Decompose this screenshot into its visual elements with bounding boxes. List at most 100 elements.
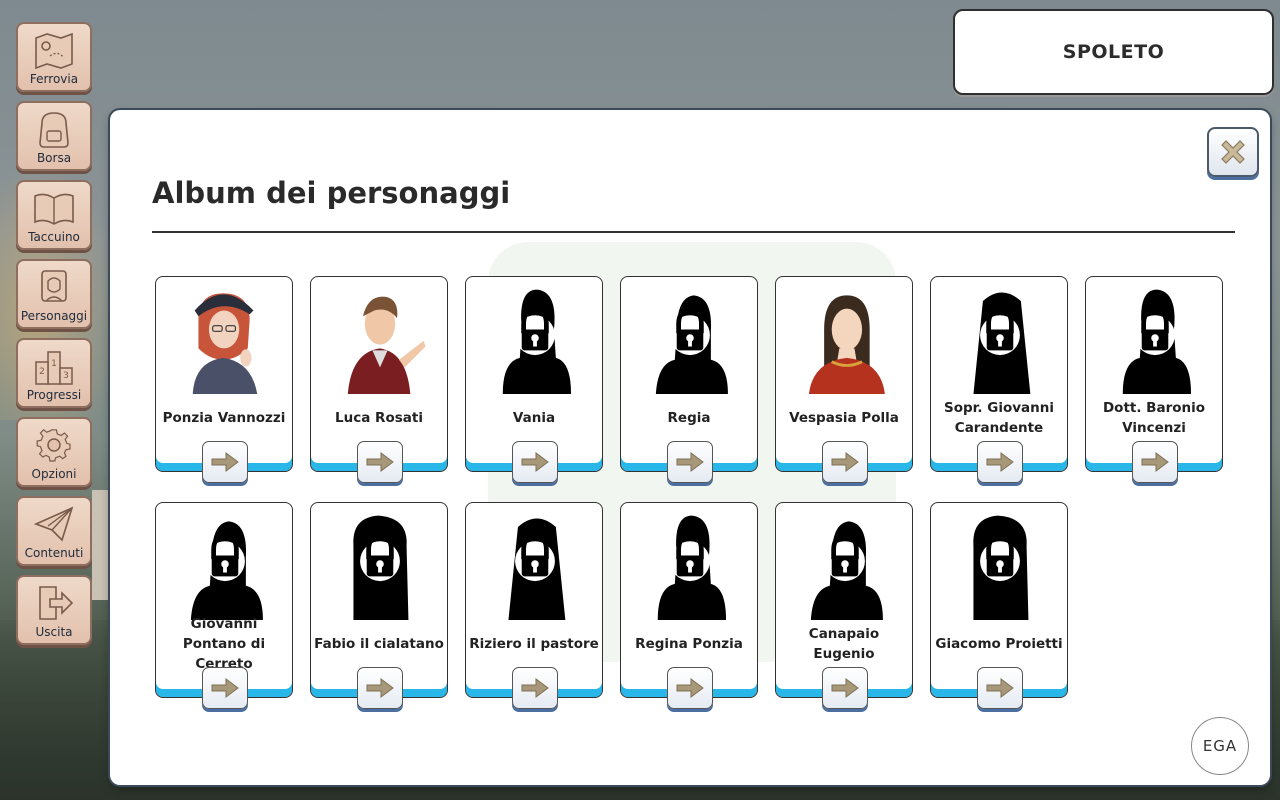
background-building: [92, 490, 112, 600]
sidebar-item-label: Opzioni: [31, 467, 77, 481]
podium-icon: 1 2 3: [35, 351, 73, 385]
arrow-right-icon: [366, 452, 394, 472]
title-divider: [152, 231, 1235, 233]
sidebar-item-label: Personaggi: [20, 309, 88, 323]
close-button[interactable]: [1207, 127, 1259, 177]
sidebar-item-borsa[interactable]: Borsa: [16, 101, 92, 171]
arrow-right-icon: [831, 678, 859, 698]
open-character-button[interactable]: [977, 441, 1023, 483]
sidebar-item-opzioni[interactable]: Opzioni: [16, 417, 92, 487]
character-name: Vania: [512, 410, 556, 426]
character-card[interactable]: Riziero il pastore: [465, 502, 603, 709]
character-card[interactable]: Vespasia Polla: [775, 276, 913, 483]
arrow-right-icon: [211, 452, 239, 472]
open-character-button[interactable]: [202, 441, 248, 483]
character-name: Fabio il cialatano: [314, 636, 444, 652]
locked-silhouette-icon: [655, 295, 728, 394]
location-box: SPOLETO: [953, 9, 1274, 95]
character-name: Luca Rosati: [335, 410, 423, 426]
character-card[interactable]: Luca Rosati: [310, 276, 448, 483]
character-card[interactable]: Canapaio Eugenio: [775, 502, 913, 709]
character-name: Giovanni Pontano di Cerreto: [182, 616, 266, 672]
sidebar-item-progressi[interactable]: 1 2 3 Progressi: [16, 338, 92, 408]
arrow-right-icon: [986, 678, 1014, 698]
open-character-button[interactable]: [512, 441, 558, 483]
ega-logo-text: EGA: [1202, 737, 1238, 755]
open-character-button[interactable]: [357, 667, 403, 709]
sidebar-item-taccuino[interactable]: Taccuino: [16, 180, 92, 250]
exit-icon: [39, 586, 74, 620]
sidebar-item-label: Progressi: [26, 388, 82, 402]
character-name: Vespasia Polla: [789, 410, 899, 426]
character-card[interactable]: Giovanni Pontano di Cerreto: [155, 502, 293, 709]
arrow-right-icon: [831, 452, 859, 472]
character-card[interactable]: Sopr. Giovanni Carandente: [930, 276, 1068, 483]
gear-icon: [36, 429, 71, 462]
character-name: Giacomo Proietti: [935, 636, 1063, 652]
location-name: SPOLETO: [1062, 41, 1165, 63]
character-name: Sopr. Giovanni Carandente: [944, 400, 1054, 436]
arrow-right-icon: [676, 678, 704, 698]
sidebar-item-label: Uscita: [35, 625, 73, 639]
sidebar-item-label: Taccuino: [28, 230, 80, 244]
book-icon: [34, 193, 74, 225]
arrow-right-icon: [986, 452, 1014, 472]
character-icon: [41, 270, 67, 302]
character-card[interactable]: Regia: [620, 276, 758, 483]
locked-silhouette-icon: [973, 515, 1029, 620]
sidebar-item-uscita[interactable]: Uscita: [16, 575, 92, 645]
locked-silhouette-icon: [973, 292, 1031, 394]
arrow-right-icon: [521, 678, 549, 698]
character-name: Canapaio Eugenio: [808, 626, 880, 662]
open-character-button[interactable]: [667, 441, 713, 483]
character-card[interactable]: Regina Ponzia: [620, 502, 758, 709]
character-card[interactable]: Dott. Baronio Vincenzi: [1085, 276, 1223, 483]
character-card[interactable]: Giacomo Proietti: [930, 502, 1068, 709]
character-name: Dott. Baronio Vincenzi: [1102, 400, 1206, 436]
arrow-right-icon: [211, 678, 239, 698]
arrow-right-icon: [521, 452, 549, 472]
character-album-panel: Album dei personaggi Ponzia Vannozzi Luc…: [110, 110, 1270, 785]
character-portrait: [192, 293, 258, 394]
locked-silhouette-icon: [353, 515, 409, 620]
character-card[interactable]: Ponzia Vannozzi: [155, 276, 293, 483]
open-character-button[interactable]: [977, 667, 1023, 709]
ega-logo-button[interactable]: EGA: [1191, 717, 1249, 775]
svg-text:3: 3: [63, 371, 69, 381]
open-character-button[interactable]: [822, 667, 868, 709]
open-character-button[interactable]: [822, 441, 868, 483]
locked-silhouette-icon: [190, 521, 263, 620]
open-character-button[interactable]: [357, 441, 403, 483]
sidebar-item-ferrovia[interactable]: Ferrovia: [16, 22, 92, 92]
character-name: Ponzia Vannozzi: [162, 410, 286, 426]
open-character-button[interactable]: [1132, 441, 1178, 483]
arrow-right-icon: [676, 452, 704, 472]
character-name: Riziero il pastore: [469, 636, 599, 652]
locked-silhouette-icon: [502, 289, 572, 394]
sidebar-item-personaggi[interactable]: Personaggi: [16, 259, 92, 329]
character-portrait: [808, 295, 885, 394]
locked-silhouette-icon: [657, 515, 727, 620]
paper-plane-icon: [33, 506, 74, 542]
sidebar-item-contenuti[interactable]: Contenuti: [16, 496, 92, 566]
backpack-icon: [39, 112, 69, 148]
character-portrait: [347, 296, 426, 394]
arrow-right-icon: [1141, 452, 1169, 472]
open-character-button[interactable]: [202, 667, 248, 709]
svg-text:1: 1: [51, 359, 57, 369]
character-name: Regia: [667, 410, 711, 426]
sidebar-item-label: Borsa: [36, 151, 72, 165]
arrow-right-icon: [366, 678, 394, 698]
svg-text:2: 2: [39, 367, 45, 377]
character-card[interactable]: Vania: [465, 276, 603, 483]
locked-silhouette-icon: [1122, 289, 1192, 394]
character-name: Regina Ponzia: [635, 636, 743, 652]
close-icon: [1221, 140, 1245, 164]
locked-silhouette-icon: [810, 521, 883, 620]
open-character-button[interactable]: [667, 667, 713, 709]
map-icon: [35, 32, 73, 70]
locked-silhouette-icon: [508, 518, 566, 620]
sidebar-item-label: Contenuti: [24, 546, 84, 560]
character-card[interactable]: Fabio il cialatano: [310, 502, 448, 709]
open-character-button[interactable]: [512, 667, 558, 709]
